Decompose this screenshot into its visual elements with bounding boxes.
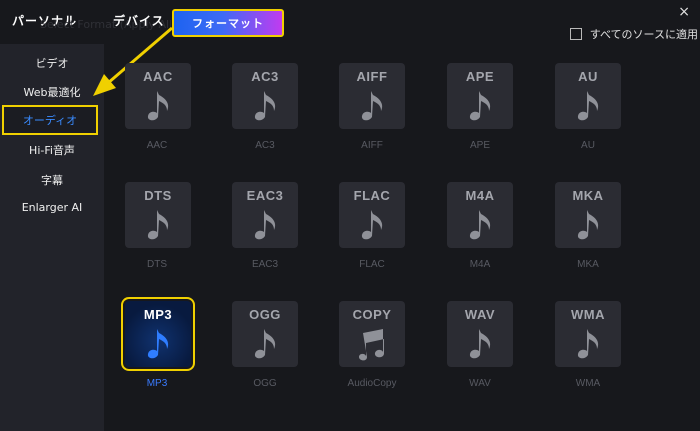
format-tile-flac[interactable]: FLAC	[339, 182, 405, 248]
format-tile-label: WMA	[571, 307, 605, 322]
format-tile-label: AIFF	[356, 69, 388, 84]
format-tile-wma[interactable]: WMA	[555, 301, 621, 367]
format-tile-ogg[interactable]: OGG	[232, 301, 298, 367]
format-tile-dts[interactable]: DTS	[125, 182, 191, 248]
format-tile-label: FLAC	[353, 188, 391, 203]
format-tile-label: M4A	[465, 188, 495, 203]
format-caption-m4a: M4A	[469, 259, 491, 270]
format-caption-eac3: EAC3	[251, 259, 279, 270]
format-caption-dts: DTS	[147, 259, 167, 270]
format-tile-label: OGG	[249, 307, 281, 322]
format-tile-wav[interactable]: WAV	[447, 301, 513, 367]
format-caption-ogg: OGG	[253, 378, 277, 389]
format-caption-mp3: MP3	[146, 378, 168, 389]
music-note-icon	[469, 91, 491, 121]
music-note-icon	[577, 210, 599, 240]
format-tile-ape[interactable]: APE	[447, 63, 513, 129]
format-caption-ac3: AC3	[255, 140, 275, 151]
music-note-icon	[577, 329, 599, 359]
format-tile-mp3[interactable]: MP3	[121, 297, 195, 371]
format-tile-label: WAV	[464, 307, 496, 322]
format-tile-mka[interactable]: MKA	[555, 182, 621, 248]
format-caption-wav: WAV	[469, 378, 491, 389]
music-note-icon	[147, 210, 169, 240]
format-caption-audiocopy: AudioCopy	[347, 378, 397, 389]
format-tile-aiff[interactable]: AIFF	[339, 63, 405, 129]
format-tile-copy[interactable]: COPY	[339, 301, 405, 367]
format-tile-label: EAC3	[246, 188, 284, 203]
format-tile-label: AC3	[251, 69, 279, 84]
format-caption-au: AU	[581, 140, 595, 151]
music-note-icon	[254, 210, 276, 240]
format-tile-m4a[interactable]: M4A	[447, 182, 513, 248]
music-note-icon	[254, 329, 276, 359]
format-caption-wma: WMA	[575, 378, 601, 389]
music-note-icon	[469, 210, 491, 240]
music-note-icon	[147, 91, 169, 121]
format-tile-label: APE	[465, 69, 495, 84]
format-tile-ac3[interactable]: AC3	[232, 63, 298, 129]
music-note-icon	[469, 329, 491, 359]
music-note-icon	[147, 329, 169, 359]
format-tile-label: MP3	[143, 307, 173, 322]
music-note-icon	[361, 91, 383, 121]
format-caption-aiff: AIFF	[361, 140, 383, 151]
music-note-icon	[361, 210, 383, 240]
format-tile-label: DTS	[144, 188, 172, 203]
double-music-note-icon	[359, 329, 384, 361]
format-tile-au[interactable]: AU	[555, 63, 621, 129]
music-note-icon	[577, 91, 599, 121]
format-tile-label: MKA	[572, 188, 604, 203]
format-caption-ape: APE	[469, 140, 490, 151]
format-caption-flac: FLAC	[359, 259, 385, 270]
format-tile-eac3[interactable]: EAC3	[232, 182, 298, 248]
format-tile-label: COPY	[352, 307, 392, 322]
music-note-icon	[254, 91, 276, 121]
format-caption-mka: MKA	[577, 259, 599, 270]
format-tile-label: AU	[578, 69, 598, 84]
format-tile-label: AAC	[143, 69, 173, 84]
format-tile-aac[interactable]: AAC	[125, 63, 191, 129]
format-caption-aac: AAC	[146, 140, 168, 151]
